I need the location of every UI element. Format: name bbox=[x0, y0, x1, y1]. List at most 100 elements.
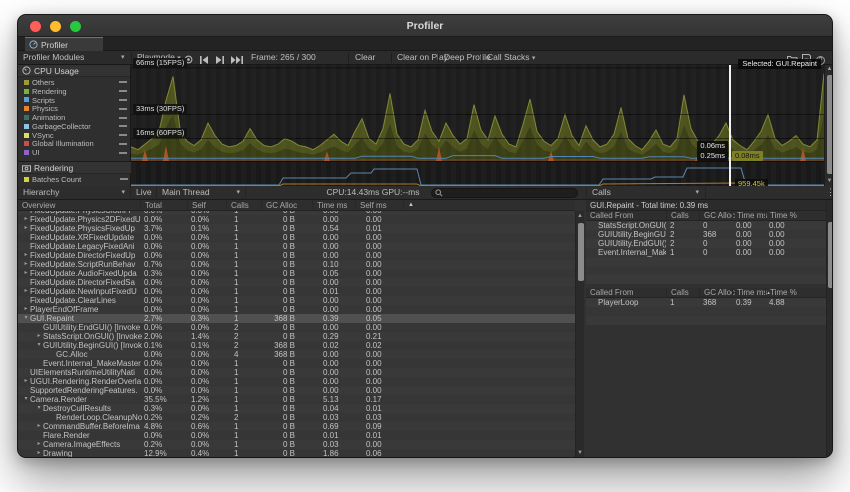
column-calls[interactable]: Calls bbox=[666, 288, 689, 298]
table-row[interactable]: ▸FixedUpdate.PhysicsFixedUp3.7%0.1%10 B0… bbox=[18, 224, 575, 233]
column-self[interactable]: Self bbox=[187, 200, 206, 211]
table-row[interactable]: ▾Camera.Render35.5%1.2%10 B5.130.17 bbox=[18, 395, 575, 404]
column-time-pct[interactable]: Time % bbox=[765, 211, 797, 221]
called-from-header[interactable]: Called From Calls GC Alloc Time ms▴ Time… bbox=[586, 288, 826, 298]
deep-profile-toggle[interactable]: Deep Profile bbox=[444, 51, 491, 65]
profiler-modules-dropdown[interactable]: Profiler Modules bbox=[23, 51, 84, 65]
table-row[interactable]: ▸FixedUpdate.NewInputFixedU0.0%0.0%10 B0… bbox=[18, 287, 575, 296]
foldout-closed-icon[interactable]: ▸ bbox=[22, 260, 30, 269]
legend-item[interactable]: UI bbox=[18, 148, 130, 157]
foldout-closed-icon[interactable]: ▸ bbox=[35, 449, 43, 458]
details-scrollbar[interactable] bbox=[826, 200, 833, 458]
table-row[interactable]: SupportedRenderingFeatures.0.0%0.0%10 B0… bbox=[18, 386, 575, 395]
call-stacks-dropdown[interactable]: Call Stacks ▾ bbox=[487, 51, 535, 65]
rendering-module-header[interactable]: Rendering bbox=[18, 162, 131, 174]
table-row[interactable]: ▸CommandBuffer.BeforeIma4.8%0.6%10 B0.69… bbox=[18, 422, 575, 431]
view-mode-dropdown[interactable]: Hierarchy ▾ bbox=[18, 186, 131, 200]
column-time-pct[interactable]: Time % bbox=[765, 288, 797, 298]
hierarchy-scrollbar[interactable]: ▲ ▼ bbox=[575, 211, 584, 458]
column-gc-alloc[interactable]: GC Alloc bbox=[699, 211, 735, 221]
context-menu-button[interactable]: ⋮ bbox=[830, 51, 833, 65]
chart-area[interactable]: 66ms (15FPS) 33ms (30FPS) 16ms (60FPS) S… bbox=[131, 65, 824, 186]
legend-item[interactable]: GarbageCollector bbox=[18, 122, 130, 131]
legend-item[interactable]: VSync bbox=[18, 131, 130, 140]
legend-item[interactable]: Batches Count bbox=[18, 175, 131, 184]
table-row[interactable]: ▸Camera.ImageEffects0.2%0.0%10 B0.030.00 bbox=[18, 440, 575, 449]
table-row[interactable]: Event.Internal_MakeMast100.000.00 bbox=[586, 248, 826, 257]
thread-dropdown[interactable]: Main Thread ▾ bbox=[156, 186, 246, 200]
scroll-down-icon[interactable]: ▼ bbox=[576, 449, 584, 458]
table-row[interactable]: GUIUtility.EndGUI() [Invoke0.0%0.0%20 B0… bbox=[18, 323, 575, 332]
clear-button[interactable]: Clear bbox=[355, 51, 375, 65]
column-called-from[interactable]: Called From bbox=[586, 211, 634, 221]
legend-item[interactable]: Global Illumination bbox=[18, 140, 130, 149]
table-row[interactable]: FixedUpdate.ClearLines0.0%0.0%10 B0.000.… bbox=[18, 296, 575, 305]
table-row[interactable]: ▸Drawing12.9%0.4%10 B1.860.06 bbox=[18, 449, 575, 458]
column-overview[interactable]: Overview bbox=[18, 200, 55, 211]
legend-item[interactable]: Scripts bbox=[18, 96, 130, 105]
foldout-closed-icon[interactable]: ▸ bbox=[35, 332, 43, 341]
clear-on-play-toggle[interactable]: Clear on Play bbox=[397, 51, 448, 65]
playhead-line[interactable] bbox=[729, 65, 731, 186]
table-row[interactable]: Event.Internal_MakeMaster0.0%0.0%10 B0.0… bbox=[18, 359, 575, 368]
live-toggle[interactable]: Live bbox=[136, 186, 152, 200]
scrollbar-thumb[interactable] bbox=[578, 223, 584, 281]
foldout-open-icon[interactable]: ▾ bbox=[35, 404, 43, 413]
scrollbar-thumb[interactable] bbox=[827, 75, 833, 174]
foldout-closed-icon[interactable]: ▸ bbox=[22, 224, 30, 233]
scroll-up-icon[interactable]: ▲ bbox=[576, 212, 584, 221]
hierarchy-table-header[interactable]: Overview Total Self Calls GC Alloc Time … bbox=[18, 200, 575, 211]
foldout-open-icon[interactable]: ▾ bbox=[35, 341, 43, 350]
tab-profiler[interactable]: Profiler bbox=[25, 37, 103, 51]
table-row[interactable]: ▾GUIUtility.BeginGUI() [Invok0.1%0.1%236… bbox=[18, 341, 575, 350]
foldout-closed-icon[interactable]: ▸ bbox=[22, 269, 30, 278]
scroll-down-icon[interactable]: ▼ bbox=[825, 177, 833, 186]
search-field[interactable] bbox=[431, 188, 578, 198]
cpu-usage-chart[interactable]: 66ms (15FPS) 33ms (30FPS) 16ms (60FPS) S… bbox=[131, 65, 824, 161]
table-row[interactable]: ▸PlayerEndOfFrame0.0%0.0%10 B0.000.00 bbox=[18, 305, 575, 314]
column-calls[interactable]: Calls bbox=[226, 200, 249, 211]
table-row[interactable]: GUIUtility.BeginGUI() [Invo23680.000.00 bbox=[586, 230, 826, 239]
table-row[interactable]: ▸StatsScript.OnGUI() [Invoke2.0%1.4%20 B… bbox=[18, 332, 575, 341]
legend-item[interactable]: Physics bbox=[18, 104, 130, 113]
column-time-ms[interactable]: Time ms bbox=[312, 200, 347, 211]
table-row[interactable]: PlayerLoop13680.394.88 bbox=[586, 298, 826, 307]
cpu-usage-module-header[interactable]: CPU Usage bbox=[18, 65, 130, 77]
table-row[interactable]: ▸FixedUpdate.Physics2DFixedU0.0%0.0%10 B… bbox=[18, 215, 575, 224]
foldout-closed-icon[interactable]: ▸ bbox=[22, 215, 30, 224]
column-time-ms[interactable]: Time ms bbox=[732, 211, 767, 221]
table-row[interactable]: FixedUpdate.LegacyFixedAni0.0%0.0%10 B0.… bbox=[18, 242, 575, 251]
table-row[interactable]: GUIUtility.EndGUI() [Invok200.000.00 bbox=[586, 239, 826, 248]
foldout-open-icon[interactable]: ▾ bbox=[22, 314, 30, 323]
table-row[interactable]: StatsScript.OnGUI() [Invok200.000.00 bbox=[586, 221, 826, 230]
legend-item[interactable]: Animation bbox=[18, 113, 130, 122]
foldout-open-icon[interactable]: ▾ bbox=[22, 395, 30, 404]
search-input[interactable] bbox=[443, 189, 563, 198]
legend-item[interactable]: Others bbox=[18, 78, 130, 87]
column-total[interactable]: Total bbox=[140, 200, 162, 211]
foldout-closed-icon[interactable]: ▸ bbox=[22, 305, 30, 314]
table-row[interactable]: RenderLoop.CleanupNoc0.2%0.2%20 B0.030.0… bbox=[18, 413, 575, 422]
table-row[interactable]: ▾GUI.Repaint2.7%0.3%1368 B0.390.05 bbox=[18, 314, 575, 323]
scroll-up-icon[interactable]: ▲ bbox=[825, 65, 833, 74]
marker-column-icon[interactable]: ▲ bbox=[403, 200, 433, 211]
calls-to-header[interactable]: Called From Calls GC Alloc Time ms Time … bbox=[586, 211, 826, 221]
foldout-closed-icon[interactable]: ▸ bbox=[22, 377, 30, 386]
column-self-ms[interactable]: Self ms bbox=[355, 200, 387, 211]
table-row[interactable]: ▸FixedUpdate.AudioFixedUpda0.3%0.0%10 B0… bbox=[18, 269, 575, 278]
foldout-closed-icon[interactable]: ▸ bbox=[22, 287, 30, 296]
foldout-closed-icon[interactable]: ▸ bbox=[35, 422, 43, 431]
table-row[interactable]: FixedUpdate.DirectorFixedSa0.0%0.0%10 B0… bbox=[18, 278, 575, 287]
table-row[interactable]: ▸FixedUpdate.DirectorFixedUp0.0%0.0%10 B… bbox=[18, 251, 575, 260]
column-calls[interactable]: Calls bbox=[666, 211, 689, 221]
scrollbar-thumb[interactable] bbox=[828, 222, 833, 288]
rendering-chart[interactable]: 959.45k bbox=[131, 161, 824, 186]
foldout-closed-icon[interactable]: ▸ bbox=[35, 440, 43, 449]
legend-item[interactable]: Rendering bbox=[18, 87, 130, 96]
table-row[interactable]: ▸UGUI.Rendering.RenderOverla0.0%0.0%10 B… bbox=[18, 377, 575, 386]
table-row[interactable]: ▾DestroyCullResults0.3%0.0%10 B0.040.01 bbox=[18, 404, 575, 413]
table-row[interactable]: GC.Alloc0.0%0.0%4368 B0.000.00 bbox=[18, 350, 575, 359]
titlebar[interactable]: Profiler bbox=[18, 15, 832, 37]
details-pane-dropdown[interactable]: Calls ▾ bbox=[586, 186, 706, 200]
table-row[interactable]: FixedUpdate.XRFixedUpdate0.0%0.0%10 B0.0… bbox=[18, 233, 575, 242]
